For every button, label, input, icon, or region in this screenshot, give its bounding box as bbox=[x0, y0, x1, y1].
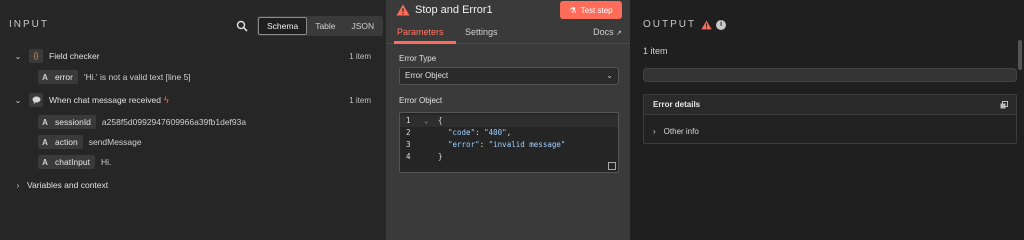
error-type-label: Error Type bbox=[399, 54, 437, 63]
braces-icon: {} bbox=[29, 49, 43, 63]
node-panel: Stop and Error1 ⚗ Test step Parameters S… bbox=[386, 0, 630, 240]
schema-field[interactable]: A error 'Hi.' is not a valid text [line … bbox=[38, 69, 191, 85]
field-name: sessionId bbox=[55, 117, 91, 127]
item-count: 1 item bbox=[349, 95, 371, 105]
code-line: 3 "error": "invalid message" bbox=[400, 139, 618, 151]
string-type-icon: A bbox=[42, 117, 48, 127]
item-count: 1 item bbox=[349, 51, 371, 61]
line-number: 2 bbox=[406, 128, 411, 137]
warning-icon bbox=[701, 20, 712, 29]
node-label: When chat message received bbox=[49, 95, 161, 105]
output-header: OUTPUT i bbox=[643, 19, 727, 30]
field-value: a258f5d0992947609966a39fb1def93a bbox=[101, 117, 247, 127]
error-details-box: Error details › Other info bbox=[643, 94, 1017, 144]
code-text: "error": "invalid message" bbox=[448, 140, 566, 149]
tab-settings[interactable]: Settings bbox=[465, 27, 498, 37]
code-text: "code": "400", bbox=[448, 128, 512, 137]
chevron-down-icon[interactable]: ⌄ bbox=[13, 96, 23, 105]
chevron-right-icon: › bbox=[653, 127, 656, 136]
node-label: Field checker bbox=[49, 51, 100, 61]
test-step-label: Test step bbox=[580, 5, 613, 15]
other-info-label: Other info bbox=[663, 127, 699, 136]
string-type-icon: A bbox=[42, 157, 48, 167]
output-title: OUTPUT bbox=[643, 19, 697, 30]
json-value: "400" bbox=[484, 128, 507, 137]
code-text: { bbox=[438, 116, 443, 125]
tree-node-chat-trigger[interactable]: ⌄ When chat message received ϟ 1 item bbox=[13, 92, 383, 108]
tab-schema[interactable]: Schema bbox=[258, 17, 308, 35]
tab-parameters[interactable]: Parameters bbox=[397, 27, 444, 37]
output-item-count: 1 item bbox=[643, 46, 668, 56]
field-chip[interactable]: A sessionId bbox=[38, 115, 96, 129]
input-title: INPUT bbox=[9, 19, 49, 30]
schema-field[interactable]: A action sendMessage bbox=[38, 134, 142, 150]
json-key: "error" bbox=[448, 140, 480, 149]
json-key: "code" bbox=[448, 128, 476, 137]
line-number: 4 bbox=[406, 152, 411, 161]
code-line: 2 "code": "400", bbox=[400, 127, 618, 139]
chevron-down-icon[interactable]: ⌄ bbox=[13, 52, 23, 61]
field-chip[interactable]: A error bbox=[38, 70, 78, 84]
node-title: Stop and Error1 bbox=[396, 4, 493, 16]
field-name: action bbox=[55, 137, 78, 147]
field-value: Hi. bbox=[100, 157, 112, 167]
node-label: Variables and context bbox=[27, 180, 109, 190]
field-chip[interactable]: A action bbox=[38, 135, 83, 149]
field-name: error bbox=[55, 72, 73, 82]
error-object-label: Error Object bbox=[399, 96, 443, 105]
tab-json[interactable]: JSON bbox=[344, 17, 383, 35]
error-details-header: Error details bbox=[644, 95, 1016, 115]
chevron-right-icon[interactable]: › bbox=[13, 181, 23, 190]
tree-node-field-checker[interactable]: ⌄ {} Field checker 1 item bbox=[13, 48, 383, 64]
string-type-icon: A bbox=[42, 137, 48, 147]
active-tab-indicator bbox=[394, 41, 456, 44]
code-line: 1 ⌄ { bbox=[400, 115, 618, 127]
output-panel: OUTPUT i 1 item Error details › Other in… bbox=[630, 0, 1024, 240]
copy-icon[interactable] bbox=[1000, 101, 1008, 109]
chat-bubble-icon bbox=[29, 93, 43, 107]
node-title-text: Stop and Error1 bbox=[415, 4, 493, 16]
string-type-icon: A bbox=[42, 72, 48, 82]
scrollbar[interactable] bbox=[1018, 40, 1022, 70]
node-tabs: Parameters Settings Docs ↗ bbox=[386, 24, 630, 44]
other-info-toggle[interactable]: › Other info bbox=[653, 127, 699, 136]
docs-label: Docs bbox=[593, 27, 614, 37]
chevron-down-icon: ⌄ bbox=[606, 71, 613, 80]
code-text: } bbox=[438, 152, 443, 161]
json-value: "invalid message" bbox=[488, 140, 566, 149]
schema-field[interactable]: A sessionId a258f5d0992947609966a39fb1de… bbox=[38, 114, 246, 130]
output-error-banner bbox=[643, 68, 1017, 82]
test-step-button[interactable]: ⚗ Test step bbox=[560, 1, 622, 19]
view-toggle: Schema Table JSON bbox=[257, 16, 384, 36]
line-number: 3 bbox=[406, 140, 411, 149]
fold-chevron-icon[interactable]: ⌄ bbox=[424, 115, 429, 127]
field-name: chatInput bbox=[55, 157, 90, 167]
code-line: 4 } bbox=[400, 151, 618, 163]
docs-link[interactable]: Docs ↗ bbox=[593, 27, 622, 37]
tree-node-variables[interactable]: › Variables and context bbox=[13, 177, 108, 193]
resize-handle-icon[interactable] bbox=[608, 162, 616, 170]
info-icon[interactable]: i bbox=[716, 19, 727, 30]
flask-icon: ⚗ bbox=[569, 5, 577, 15]
bolt-icon: ϟ bbox=[163, 95, 169, 105]
external-link-icon: ↗ bbox=[616, 30, 622, 37]
warning-icon bbox=[396, 4, 410, 16]
error-details-title: Error details bbox=[653, 100, 701, 109]
line-number: 1 bbox=[406, 116, 411, 125]
input-panel: INPUT Schema Table JSON ⌄ {} Field check… bbox=[0, 0, 386, 240]
field-value: 'Hi.' is not a valid text [line 5] bbox=[83, 72, 191, 82]
error-type-select[interactable]: Error Object ⌄ bbox=[399, 67, 619, 85]
error-type-value: Error Object bbox=[405, 71, 449, 80]
field-value: sendMessage bbox=[88, 137, 142, 147]
field-chip[interactable]: A chatInput bbox=[38, 155, 95, 169]
json-editor[interactable]: 1 ⌄ { 2 "code": "400", 3 "error": "inval… bbox=[399, 112, 619, 173]
search-icon[interactable] bbox=[236, 20, 248, 32]
schema-field[interactable]: A chatInput Hi. bbox=[38, 154, 111, 170]
tab-table[interactable]: Table bbox=[307, 17, 343, 35]
